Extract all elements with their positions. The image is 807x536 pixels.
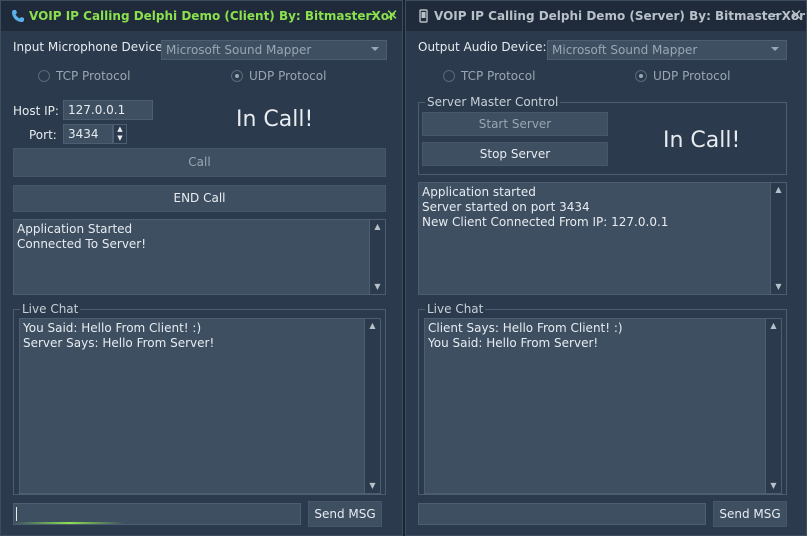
spin-up-icon[interactable]: ▲ [114, 125, 126, 134]
client-titlebar[interactable]: VOIP IP Calling Delphi Demo (Client) By:… [1, 1, 402, 31]
scroll-up-icon[interactable]: ▲ [370, 220, 385, 234]
send-message-button[interactable]: Send MSG [713, 501, 787, 527]
udp-protocol-radio[interactable]: UDP Protocol [231, 69, 326, 83]
minimize-button[interactable]: – [365, 6, 379, 22]
tcp-protocol-radio[interactable]: TCP Protocol [443, 69, 535, 83]
scroll-down-icon[interactable]: ▼ [766, 479, 781, 493]
chat-scrollbar[interactable]: ▲ ▼ [364, 319, 380, 493]
call-status-text: In Call! [663, 128, 741, 153]
spin-down-icon[interactable]: ▼ [114, 134, 126, 143]
output-device-label: Output Audio Device: [418, 40, 547, 54]
port-input[interactable]: 3434 [63, 124, 113, 144]
end-call-button[interactable]: END Call [13, 185, 386, 212]
mic-device-select[interactable]: Microsoft Sound Mapper [161, 40, 387, 60]
chat-line: You Said: Hello From Client! :) [23, 321, 202, 335]
log-line: Application Started [17, 222, 133, 236]
server-log-memo[interactable]: Application started Server started on po… [418, 182, 787, 295]
server-master-control-group: Server Master Control Start Server Stop … [418, 95, 787, 175]
client-log-memo[interactable]: Application Started Connected To Server!… [13, 219, 386, 295]
chat-memo[interactable]: Client Says: Hello From Client! :) You S… [424, 318, 782, 494]
host-ip-input[interactable]: 127.0.0.1 [63, 100, 153, 120]
close-button[interactable]: ✕ [789, 8, 803, 23]
server-titlebar[interactable]: VOIP IP Calling Delphi Demo (Server) By:… [406, 1, 806, 31]
stop-server-button[interactable]: Stop Server [422, 142, 608, 166]
tcp-protocol-label: TCP Protocol [56, 69, 131, 83]
chevron-down-icon [371, 47, 379, 51]
scroll-up-icon[interactable]: ▲ [365, 319, 380, 333]
scroll-up-icon[interactable]: ▲ [771, 183, 786, 197]
text-caret [16, 507, 17, 521]
tcp-protocol-radio[interactable]: TCP Protocol [38, 69, 130, 83]
mobile-phone-icon [419, 9, 428, 23]
scroll-down-icon[interactable]: ▼ [370, 280, 385, 294]
server-window: VOIP IP Calling Delphi Demo (Server) By:… [405, 0, 807, 536]
output-device-select[interactable]: Microsoft Sound Mapper [547, 40, 787, 60]
start-server-button[interactable]: Start Server [422, 112, 608, 136]
udp-protocol-label: UDP Protocol [653, 69, 731, 83]
radio-dot [38, 70, 50, 82]
scroll-down-icon[interactable]: ▼ [771, 280, 786, 294]
log-scrollbar[interactable]: ▲ ▼ [770, 183, 786, 294]
chat-scrollbar[interactable]: ▲ ▼ [765, 319, 781, 493]
port-spinner[interactable]: ▲ ▼ [113, 124, 127, 144]
radio-dot-selected [231, 70, 243, 82]
tcp-protocol-label: TCP Protocol [461, 69, 536, 83]
chat-memo[interactable]: You Said: Hello From Client! :) Server S… [19, 318, 381, 494]
output-device-value: Microsoft Sound Mapper [552, 43, 698, 57]
focus-indicator [14, 522, 124, 524]
phone-icon [12, 10, 24, 22]
call-status-text: In Call! [236, 107, 314, 132]
chevron-down-icon [771, 47, 779, 51]
radio-dot [443, 70, 455, 82]
live-chat-group: Live Chat Client Says: Hello From Client… [418, 302, 787, 495]
server-master-control-caption: Server Master Control [425, 95, 561, 109]
live-chat-caption: Live Chat [425, 302, 486, 316]
chat-message-input[interactable] [418, 503, 706, 525]
send-message-button[interactable]: Send MSG [308, 501, 382, 527]
chat-line: Client Says: Hello From Client! :) [428, 321, 623, 335]
client-window-title: VOIP IP Calling Delphi Demo (Client) By:… [29, 9, 395, 23]
log-scrollbar[interactable]: ▲ ▼ [369, 220, 385, 294]
minimize-button[interactable]: – [769, 6, 783, 22]
log-line: Server started on port 3434 [422, 200, 590, 214]
chat-line: You Said: Hello From Server! [428, 336, 599, 350]
radio-dot-selected [635, 70, 647, 82]
udp-protocol-radio[interactable]: UDP Protocol [635, 69, 730, 83]
chat-line: Server Says: Hello From Server! [23, 336, 215, 350]
host-ip-label: Host IP: [13, 104, 59, 118]
client-window: VOIP IP Calling Delphi Demo (Client) By:… [0, 0, 403, 536]
port-label: Port: [29, 128, 57, 142]
call-button[interactable]: Call [13, 148, 386, 177]
mic-device-label: Input Microphone Device: [13, 40, 167, 54]
udp-protocol-label: UDP Protocol [249, 69, 327, 83]
log-line: New Client Connected From IP: 127.0.0.1 [422, 215, 669, 229]
server-window-title: VOIP IP Calling Delphi Demo (Server) By:… [434, 9, 805, 23]
scroll-up-icon[interactable]: ▲ [766, 319, 781, 333]
mic-device-value: Microsoft Sound Mapper [166, 43, 312, 57]
chat-message-input[interactable] [13, 503, 301, 525]
live-chat-group: Live Chat You Said: Hello From Client! :… [13, 302, 386, 495]
log-line: Connected To Server! [17, 237, 147, 251]
live-chat-caption: Live Chat [20, 302, 81, 316]
scroll-down-icon[interactable]: ▼ [365, 479, 380, 493]
log-line: Application started [422, 185, 536, 199]
close-button[interactable]: ✕ [385, 8, 399, 23]
